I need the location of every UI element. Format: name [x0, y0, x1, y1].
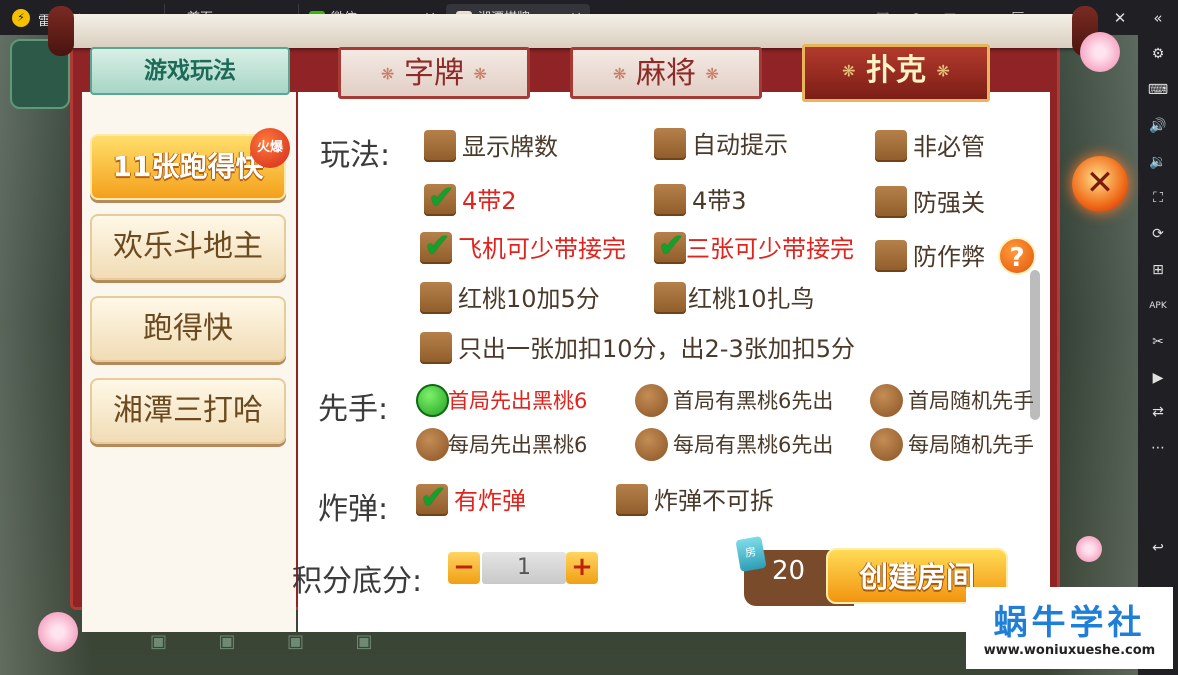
- checkbox-checked[interactable]: ✔: [654, 226, 686, 264]
- ornament-icon: ❋: [936, 61, 950, 81]
- bottom-nav-hint: ▣ ▣ ▣ ▣: [150, 631, 373, 652]
- option-label: 三张可少带接完: [686, 235, 854, 263]
- dialog-scroll-rod: [48, 6, 1098, 56]
- option-label: 首局先出黑桃6: [448, 389, 588, 413]
- video-record-icon[interactable]: ▶: [1147, 367, 1169, 389]
- ornament-icon: ❋: [842, 61, 856, 81]
- more-icon[interactable]: ⋯: [1147, 437, 1169, 459]
- emulator-sidebar: ⚙ ⌨ 🔊 🔉 ⛶ ⟳ ⊞ APK ✂ ▶ ⇄ ⋯ ↩: [1138, 35, 1178, 675]
- ornament-icon: ❋: [705, 64, 719, 84]
- room-card-icon: 房: [735, 535, 767, 573]
- mode-xiangtan-sandaha[interactable]: 湘潭三打哈: [90, 378, 286, 444]
- ornament-icon: ❋: [613, 64, 627, 84]
- curtain-right: [1048, 35, 1138, 675]
- option-label: 炸弹不可拆: [654, 487, 774, 515]
- radio-selected[interactable]: [416, 384, 449, 417]
- option-label: 每局先出黑桃6: [448, 433, 588, 457]
- flower-decoration: [1076, 536, 1102, 562]
- option-label: 防作弊: [913, 243, 985, 271]
- settings-icon[interactable]: ⚙: [1147, 43, 1169, 65]
- bomb-label: 炸弹:: [318, 492, 389, 527]
- checkbox[interactable]: [424, 130, 456, 162]
- score-value: 1: [482, 552, 566, 584]
- checkbox-checked[interactable]: ✔: [416, 478, 448, 516]
- checkbox[interactable]: [420, 282, 452, 314]
- checkmark-icon: ✔: [428, 178, 455, 216]
- option-label: 每局随机先手: [908, 433, 1034, 457]
- rotate-icon[interactable]: ⟳: [1147, 223, 1169, 245]
- option-label: 飞机可少带接完: [458, 235, 626, 263]
- radio[interactable]: [635, 384, 668, 417]
- option-label: 红桃10扎鸟: [688, 285, 815, 313]
- option-label: 显示牌数: [462, 133, 558, 161]
- tab-majiang[interactable]: ❋ 麻将 ❋: [570, 47, 762, 99]
- option-label: 4带3: [692, 187, 747, 215]
- checkbox-checked[interactable]: ✔: [420, 226, 452, 264]
- radio[interactable]: [416, 428, 449, 461]
- option-label: 有炸弹: [454, 487, 526, 515]
- scroll-knob-left: [48, 6, 74, 56]
- emulator-logo-icon: ⚡: [12, 9, 30, 27]
- volume-down-icon[interactable]: 🔉: [1147, 151, 1169, 173]
- option-label: 首局有黑桃6先出: [673, 389, 834, 413]
- hot-badge: 火爆: [250, 128, 290, 168]
- checkbox[interactable]: [420, 332, 452, 364]
- checkbox[interactable]: [616, 484, 648, 516]
- checkmark-icon: ✔: [420, 478, 447, 516]
- volume-up-icon[interactable]: 🔊: [1147, 115, 1169, 137]
- watermark-title: 蜗牛学社: [993, 603, 1146, 643]
- mode-title: 游戏玩法: [90, 47, 290, 95]
- checkbox[interactable]: [875, 240, 907, 272]
- mode-huanle-doudizhu[interactable]: 欢乐斗地主: [90, 214, 286, 280]
- collapse-sidebar-icon[interactable]: «: [1148, 8, 1168, 28]
- checkbox[interactable]: [654, 128, 686, 160]
- flower-decoration: [1080, 32, 1120, 72]
- play-label: 玩法:: [320, 138, 391, 173]
- fullscreen-icon[interactable]: ⛶: [1147, 187, 1169, 209]
- checkbox[interactable]: [875, 130, 907, 162]
- mode-paodekuai[interactable]: 跑得快: [90, 296, 286, 362]
- close-window-icon[interactable]: ✕: [1110, 8, 1130, 28]
- multi-window-icon[interactable]: ⊞: [1147, 259, 1169, 281]
- base-score-label: 积分底分:: [292, 564, 423, 599]
- watermark: 蜗牛学社 www.woniuxueshe.com: [966, 587, 1173, 669]
- scissors-icon[interactable]: ✂: [1147, 331, 1169, 353]
- checkbox[interactable]: [875, 186, 907, 218]
- watermark-url: www.woniuxueshe.com: [983, 643, 1156, 658]
- checkbox[interactable]: [654, 184, 686, 216]
- checkmark-icon: ✔: [424, 226, 451, 264]
- checkmark-icon: ✔: [658, 226, 685, 264]
- tab-puke[interactable]: ❋ 扑克 ❋: [802, 44, 990, 102]
- radio[interactable]: [635, 428, 668, 461]
- checkbox[interactable]: [654, 282, 686, 314]
- option-label: 防强关: [913, 189, 985, 217]
- tab-majiang-label: 麻将: [636, 56, 696, 91]
- option-label: 4带2: [462, 187, 517, 215]
- score-increase-button[interactable]: +: [566, 552, 598, 584]
- ornament-icon: ❋: [381, 64, 395, 84]
- sync-icon[interactable]: ⇄: [1147, 401, 1169, 423]
- tab-zipai-label: 字牌: [404, 56, 464, 91]
- flower-decoration: [38, 612, 78, 652]
- close-dialog-button[interactable]: ✕: [1072, 156, 1128, 212]
- first-player-label: 先手:: [318, 392, 389, 427]
- keyboard-icon[interactable]: ⌨: [1147, 79, 1169, 101]
- option-label: 非必管: [913, 133, 985, 161]
- help-icon[interactable]: ?: [998, 237, 1036, 275]
- option-label: 只出一张加扣10分，出2-3张加扣5分: [458, 335, 856, 363]
- radio[interactable]: [870, 384, 903, 417]
- option-label: 每局有黑桃6先出: [673, 433, 834, 457]
- score-decrease-button[interactable]: −: [448, 552, 480, 584]
- ornament-icon: ❋: [473, 64, 487, 84]
- option-label: 自动提示: [692, 131, 788, 159]
- apk-install-icon[interactable]: APK: [1147, 295, 1169, 317]
- room-card-cost: 20: [772, 556, 806, 586]
- tab-zipai[interactable]: ❋ 字牌 ❋: [338, 47, 530, 99]
- back-icon[interactable]: ↩: [1147, 537, 1169, 559]
- checkbox-checked[interactable]: ✔: [424, 178, 456, 216]
- option-label: 首局随机先手: [908, 389, 1034, 413]
- option-label: 红桃10加5分: [458, 285, 600, 313]
- radio[interactable]: [870, 428, 903, 461]
- tab-puke-label: 扑克: [866, 53, 926, 88]
